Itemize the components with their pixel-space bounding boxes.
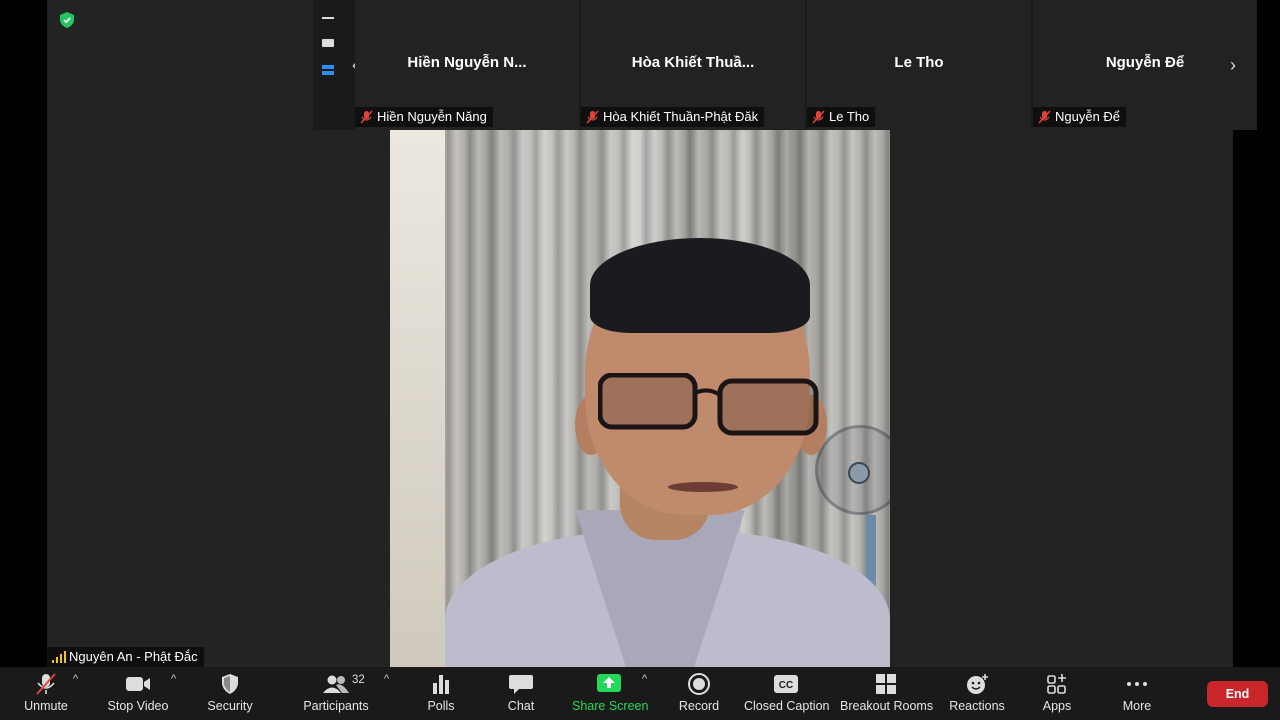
chat-button[interactable]: Chat — [496, 667, 546, 720]
smiley-plus-icon — [967, 674, 988, 694]
participant-tile[interactable]: Hiền Nguyễn N... Hiền Nguyễn Năng — [355, 0, 579, 130]
breakout-rooms-icon — [876, 674, 896, 694]
signal-strength-icon — [52, 651, 66, 663]
speaker-name-label: Nguyên An - Phật Đắc — [47, 647, 204, 667]
participants-button[interactable]: 32 Participants — [300, 667, 372, 720]
share-screen-button[interactable]: Share Screen — [572, 667, 648, 720]
participant-filmstrip: ‹ Hiền Nguyễn N... Hiền Nguyễn Năng Hòa … — [313, 0, 1257, 130]
encryption-shield-icon[interactable] — [60, 12, 74, 28]
view-controls — [313, 0, 341, 130]
apps-icon — [1047, 674, 1066, 694]
participant-label: Le Tho — [807, 107, 876, 127]
minimize-icon[interactable] — [322, 17, 334, 19]
mic-off-icon — [360, 110, 373, 124]
end-meeting-button[interactable]: End — [1207, 681, 1268, 707]
apps-button[interactable]: Apps — [1032, 667, 1082, 720]
more-dots-icon — [1127, 682, 1147, 686]
filmstrip-view-icon[interactable] — [322, 65, 334, 69]
breakout-rooms-button[interactable]: Breakout Rooms — [840, 667, 933, 720]
share-options-caret[interactable]: ^ — [642, 673, 647, 685]
reactions-button[interactable]: Reactions — [948, 667, 1006, 720]
glasses — [598, 373, 819, 436]
unmute-button[interactable]: Unmute — [14, 667, 78, 720]
closed-caption-button[interactable]: CC Closed Caption — [744, 667, 829, 720]
speaker-video — [390, 130, 890, 667]
participant-name: Hiền Nguyễn N... — [407, 54, 527, 71]
more-button[interactable]: More — [1112, 667, 1162, 720]
record-button[interactable]: Record — [674, 667, 724, 720]
mic-off-icon — [812, 110, 825, 124]
chat-bubble-icon — [509, 675, 533, 694]
stop-video-button[interactable]: Stop Video — [104, 667, 172, 720]
single-view-icon[interactable] — [322, 39, 334, 47]
audio-options-caret[interactable]: ^ — [73, 673, 78, 685]
participant-label: Hòa Khiết Thuần-Phật Đăk — [581, 107, 765, 127]
participants-icon — [323, 675, 349, 693]
participant-name: Le Tho — [894, 54, 944, 71]
participant-name: Hòa Khiết Thuầ... — [631, 54, 755, 71]
participants-options-caret[interactable]: ^ — [384, 673, 389, 685]
svg-text:CC: CC — [779, 680, 793, 691]
polls-icon — [433, 675, 449, 694]
video-camera-icon — [126, 677, 150, 691]
mic-off-icon — [1038, 110, 1051, 124]
participant-label: Nguyễn Để — [1033, 107, 1127, 127]
chevron-right-icon[interactable]: › — [1223, 52, 1243, 78]
share-screen-icon — [597, 674, 621, 692]
mic-off-icon — [586, 110, 599, 124]
video-options-caret[interactable]: ^ — [171, 673, 176, 685]
mic-muted-icon — [36, 673, 56, 695]
polls-button[interactable]: Polls — [416, 667, 466, 720]
participant-tile[interactable]: Hòa Khiết Thuầ... Hòa Khiết Thuần-Phật Đ… — [581, 0, 805, 130]
record-icon — [688, 673, 710, 695]
participant-tile[interactable]: Le Tho Le Tho — [807, 0, 1031, 130]
security-button[interactable]: Security — [202, 667, 258, 720]
shield-icon — [222, 674, 238, 694]
participant-label: Hiền Nguyễn Năng — [355, 107, 493, 127]
participants-count: 32 — [352, 674, 365, 686]
meeting-toolbar: Unmute ^ Stop Video ^ Security 32 Partic… — [0, 667, 1280, 720]
closed-caption-icon: CC — [774, 675, 798, 693]
